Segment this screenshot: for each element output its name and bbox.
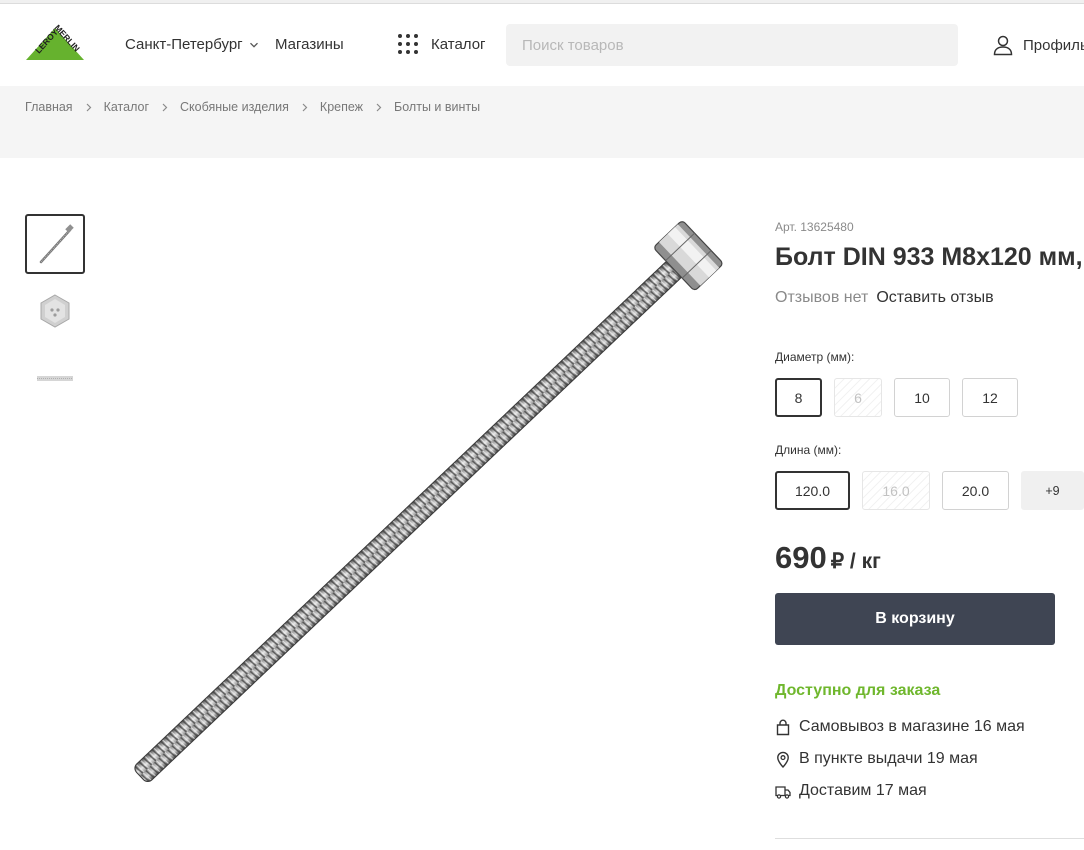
stores-link[interactable]: Магазины <box>275 36 344 53</box>
catalog-label: Каталог <box>431 35 486 53</box>
diameter-option[interactable]: 8 <box>775 378 822 417</box>
diameter-option[interactable]: 10 <box>894 378 950 417</box>
price-unit: ₽ / кг <box>830 550 881 573</box>
breadcrumb: Главная Каталог Скобяные изделия Крепеж … <box>25 100 480 114</box>
length-label: Длина (мм): <box>775 443 842 457</box>
length-option[interactable]: 120.0 <box>775 471 850 510</box>
availability-status: Доступно для заказа <box>775 682 941 699</box>
pickup-point-row: В пункте выдачи 19 мая <box>775 750 978 768</box>
profile-label: Профиль <box>1023 36 1084 54</box>
bolt-thread-thumbnail-image <box>37 376 73 381</box>
breadcrumb-band: Главная Каталог Скобяные изделия Крепеж … <box>0 86 1084 158</box>
product-title: Болт DIN 933 M8x120 мм, <box>775 243 1083 271</box>
chevron-right-icon <box>301 103 309 112</box>
search-input[interactable] <box>506 24 958 66</box>
gallery-thumbnail[interactable] <box>25 348 85 408</box>
city-selector[interactable]: Санкт-Петербург <box>125 36 259 53</box>
length-option: 16.0 <box>862 471 930 510</box>
breadcrumb-item-home[interactable]: Главная <box>25 100 73 114</box>
truck-icon <box>775 785 791 799</box>
site-header: LEROY MERLIN Санкт-Петербург Магазины Ка… <box>0 4 1084 86</box>
breadcrumb-item-hardware[interactable]: Скобяные изделия <box>180 100 289 114</box>
bag-icon <box>776 719 790 735</box>
pickup-store-text: Самовывоз в магазине 16 мая <box>799 718 1025 735</box>
city-label: Санкт-Петербург <box>125 36 243 53</box>
user-icon <box>993 35 1013 56</box>
chevron-right-icon <box>375 103 383 112</box>
add-to-cart-button[interactable]: В корзину <box>775 593 1055 645</box>
gallery-thumbnail[interactable] <box>25 214 85 274</box>
bolt-head-thumbnail-image <box>40 294 70 328</box>
chevron-right-icon <box>161 103 169 112</box>
breadcrumb-item-fasteners[interactable]: Крепеж <box>320 100 363 114</box>
gallery-thumbnail[interactable] <box>25 281 85 341</box>
product-main-image[interactable] <box>110 220 740 810</box>
more-lengths-button[interactable]: +9 <box>1021 471 1084 510</box>
chevron-down-icon <box>249 42 258 48</box>
reviews-row: Отзывов нет Оставить отзыв <box>775 289 994 307</box>
diameter-option[interactable]: 12 <box>962 378 1018 417</box>
breadcrumb-item-bolts[interactable]: Болты и винты <box>394 100 480 114</box>
grid-dots-icon <box>397 33 419 55</box>
map-pin-icon <box>777 751 789 768</box>
price-value: 690 <box>775 540 827 575</box>
price-block: 690 ₽ / кг <box>775 540 881 576</box>
pickup-point-text: В пункте выдачи 19 мая <box>799 750 978 767</box>
divider <box>775 838 1084 839</box>
bolt-side-thumbnail-image <box>39 224 74 264</box>
chevron-right-icon <box>85 103 93 112</box>
diameter-label: Диаметр (мм): <box>775 350 855 364</box>
leroy-merlin-logo[interactable]: LEROY MERLIN <box>24 24 86 62</box>
delivery-row: Доставим 17 мая <box>775 782 927 800</box>
breadcrumb-item-catalog[interactable]: Каталог <box>104 100 149 114</box>
profile-button[interactable]: Профиль <box>992 34 1084 56</box>
pickup-store-row: Самовывоз в магазине 16 мая <box>775 718 1025 736</box>
delivery-text: Доставим 17 мая <box>799 782 927 799</box>
diameter-option: 6 <box>834 378 882 417</box>
leave-review-link[interactable]: Оставить отзыв <box>876 289 993 307</box>
article-number: Арт. 13625480 <box>775 220 854 234</box>
length-option[interactable]: 20.0 <box>942 471 1009 510</box>
catalog-button[interactable]: Каталог <box>397 33 486 55</box>
reviews-count: Отзывов нет <box>775 289 869 306</box>
